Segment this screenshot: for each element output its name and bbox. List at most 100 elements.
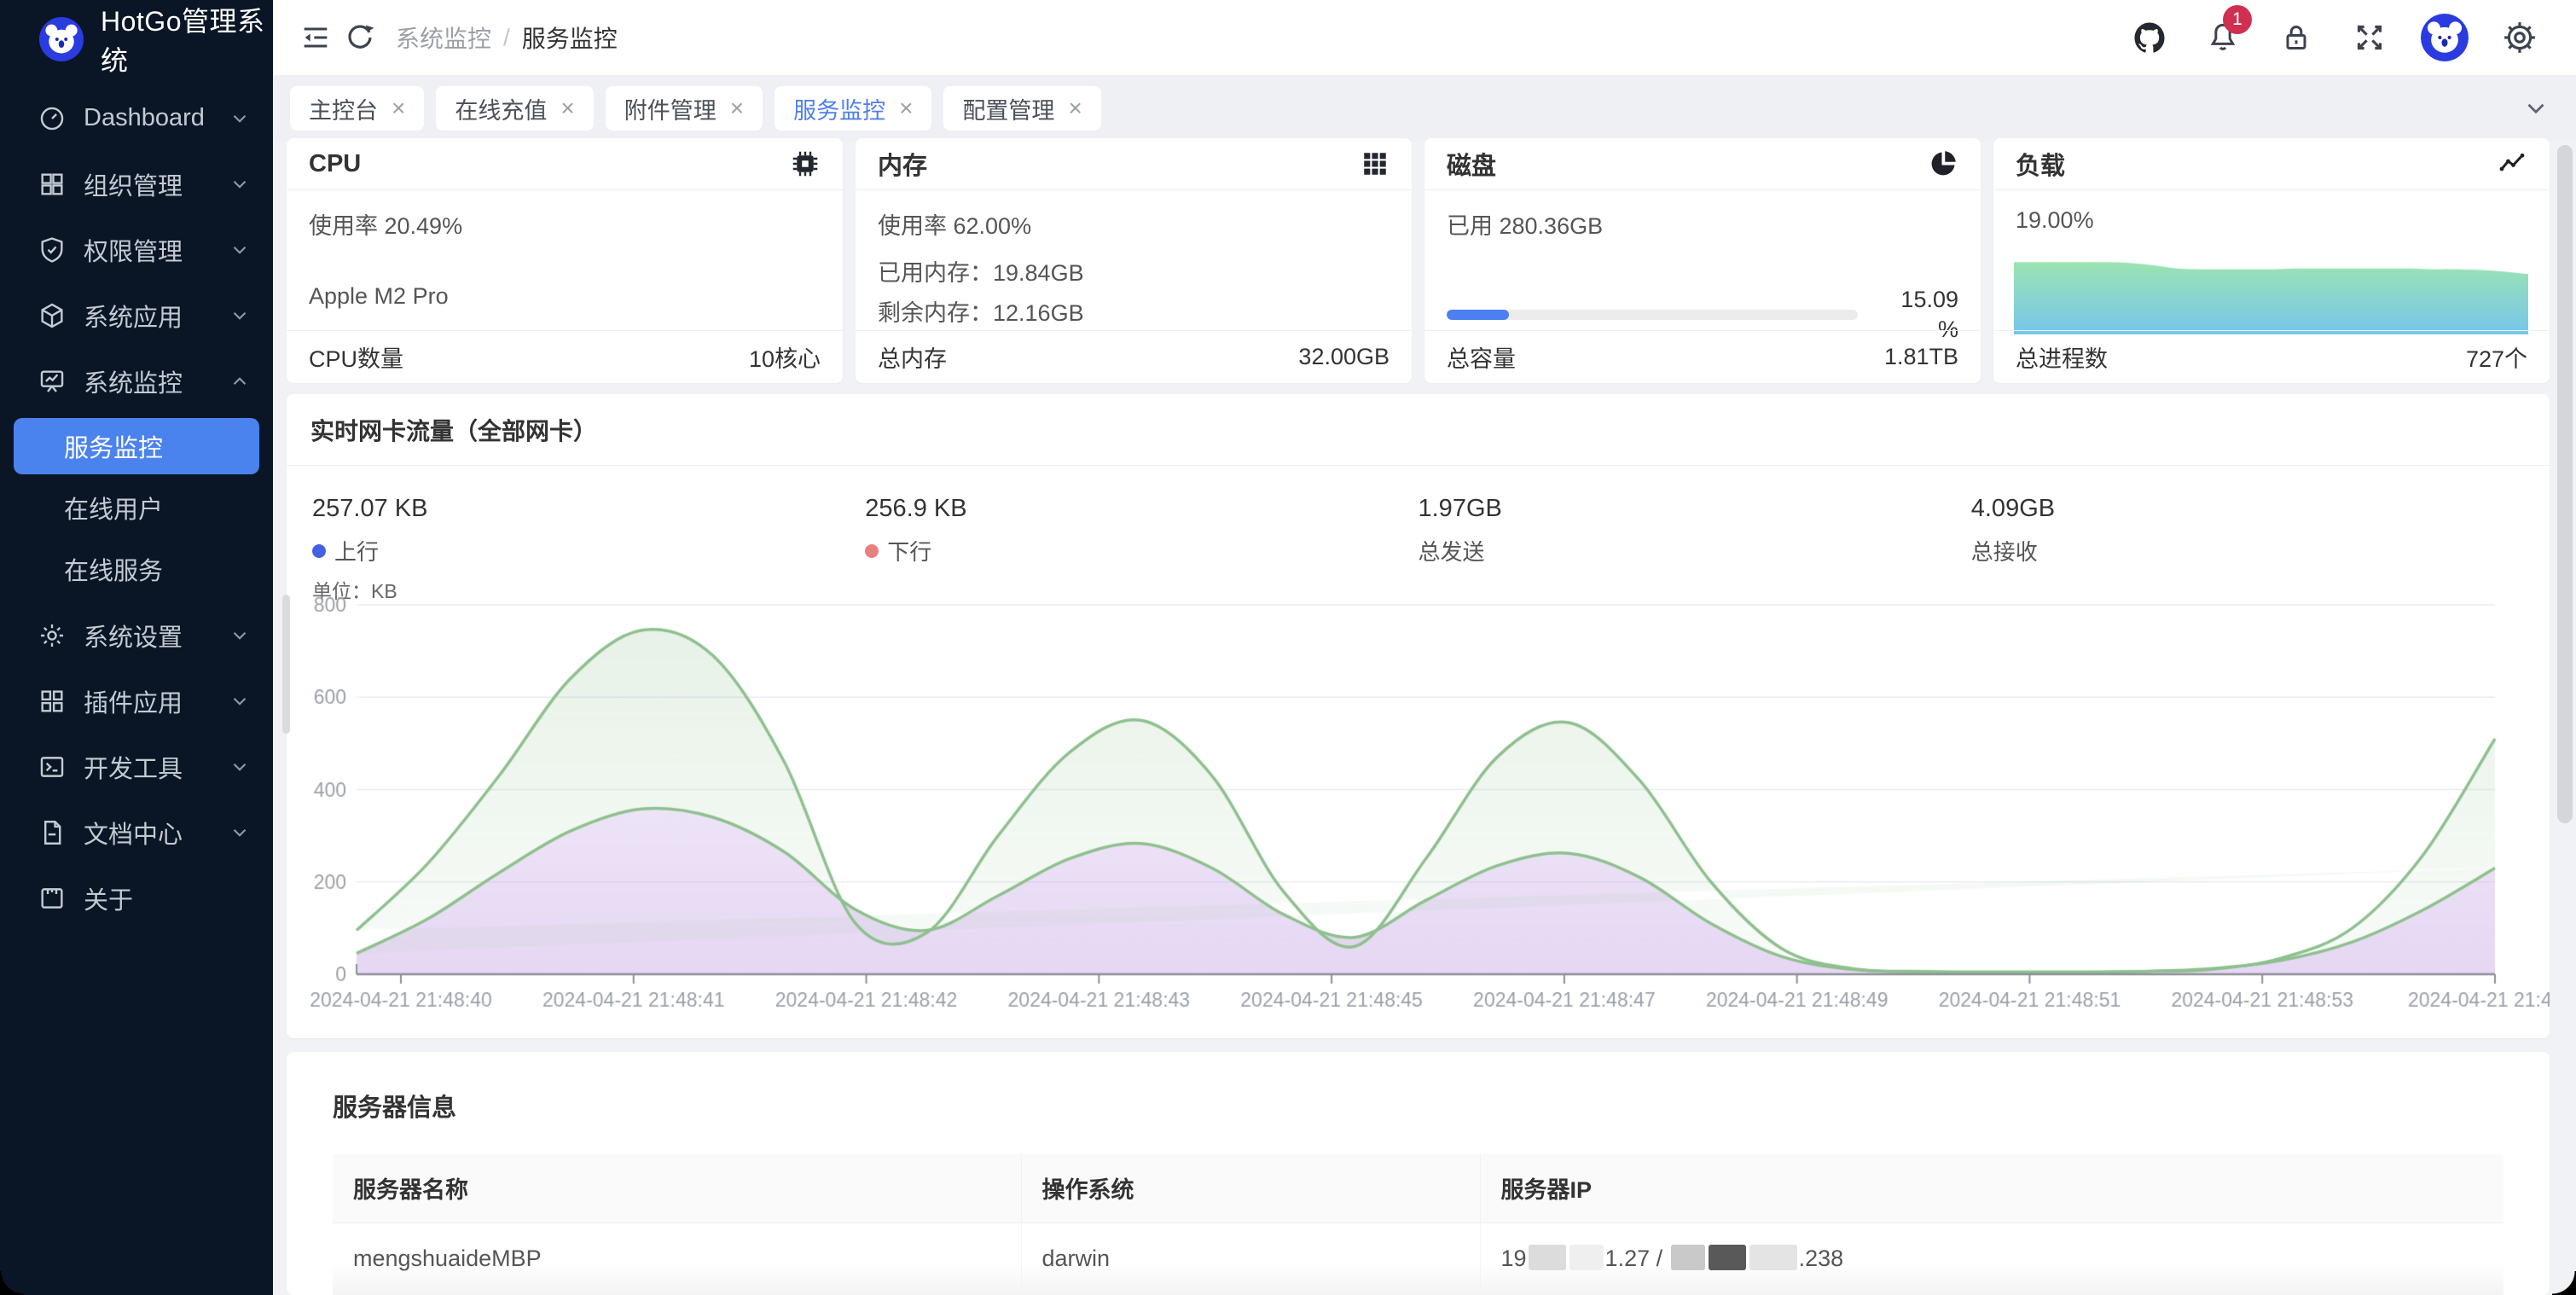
- close-icon[interactable]: ×: [392, 96, 405, 120]
- breadcrumb: 系统监控 / 服务监控: [396, 20, 618, 55]
- chevron-down-icon: [229, 173, 251, 195]
- cpu-card-title: CPU: [309, 150, 361, 178]
- sidebar-subitem-label: 在线服务: [64, 551, 163, 587]
- load-card-title: 负载: [2016, 146, 2065, 182]
- sidebar-subitem-online-users[interactable]: 在线用户: [14, 479, 259, 536]
- about-icon: [38, 884, 67, 913]
- tab-options-chevron[interactable]: [2521, 94, 2550, 123]
- sidebar-item-label: 插件应用: [84, 683, 183, 719]
- app-logo-row[interactable]: HotGo管理系统: [0, 0, 273, 78]
- disk-card: 磁盘 已用 280.36GB 15.09 % 总容量 1.81TB: [1424, 138, 1981, 383]
- stat-total-received: 4.09GB 总接收: [1971, 495, 2524, 566]
- memory-footer-label: 总内存: [878, 340, 947, 374]
- chevron-down-icon: [229, 756, 251, 778]
- notification-badge: 1: [2223, 5, 2252, 34]
- chevron-down-icon: [229, 690, 251, 712]
- server-info-table: 服务器名称 操作系统 服务器IP mengshuaideMBP darwin 1…: [333, 1154, 2503, 1295]
- cpu-card: CPU 使用率 20.49% Apple M2 Pro CPU数量 10核心: [287, 138, 843, 383]
- ip-redaction-block: [1709, 1245, 1746, 1270]
- tab-online-recharge[interactable]: 在线充值 ×: [436, 86, 593, 131]
- user-avatar[interactable]: [2421, 14, 2469, 61]
- app-logo-icon: [39, 17, 84, 61]
- disk-footer-label: 总容量: [1447, 340, 1516, 374]
- refresh-icon[interactable]: [338, 15, 382, 60]
- disk-progress-fill: [1447, 310, 1509, 320]
- sidebar-resize-handle[interactable]: [282, 595, 290, 734]
- tab-config[interactable]: 配置管理 ×: [943, 86, 1100, 131]
- gauge-icon: [38, 104, 67, 133]
- upstream-value: 257.07 KB: [312, 495, 865, 523]
- sidebar-item-label: 组织管理: [84, 166, 183, 202]
- monitor-chart-icon: [38, 367, 67, 396]
- sidebar-item-docs[interactable]: 文档中心: [0, 799, 273, 865]
- close-icon[interactable]: ×: [1068, 96, 1082, 120]
- close-icon[interactable]: ×: [730, 96, 744, 120]
- sidebar-subitem-service-monitor[interactable]: 服务监控: [14, 418, 259, 474]
- sidebar-item-system-monitor[interactable]: 系统监控: [0, 348, 273, 414]
- sidebar-item-about[interactable]: 关于: [0, 865, 273, 931]
- sidebar-item-system-settings[interactable]: 系统设置: [0, 602, 273, 668]
- sidebar-item-permission[interactable]: 权限管理: [0, 217, 273, 282]
- chevron-down-icon: [229, 822, 251, 844]
- memory-card-title: 内存: [878, 146, 927, 182]
- close-icon[interactable]: ×: [899, 96, 913, 120]
- terminal-icon: [38, 752, 67, 781]
- vertical-scrollbar-thumb[interactable]: [2557, 145, 2573, 823]
- network-chart-canvas: [299, 590, 2550, 1034]
- cpu-footer-label: CPU数量: [309, 340, 403, 374]
- grid-icon: [38, 170, 67, 199]
- cell-os: darwin: [1021, 1222, 1480, 1295]
- top-header: 系统监控 / 服务监控 1: [273, 0, 2576, 75]
- load-footer-value: 727个: [2466, 340, 2527, 374]
- window-corner: [0, 1271, 24, 1295]
- lock-icon[interactable]: [2274, 15, 2318, 60]
- tab-bar: 主控台 × 在线充值 × 附件管理 × 服务监控 × 配置管理 ×: [273, 75, 2576, 142]
- table-header-row: 服务器名称 操作系统 服务器IP: [333, 1154, 2503, 1222]
- sidebar-subitem-online-services[interactable]: 在线服务: [14, 541, 259, 597]
- network-stats-row: 257.07 KB 上行 256.9 KB 下行 1.97GB 总发送 4.09…: [287, 495, 2550, 566]
- total-received-label: 总接收: [1971, 535, 2038, 566]
- sidebar-item-organization[interactable]: 组织管理: [0, 151, 273, 217]
- cpu-usage: 使用率 20.49%: [309, 207, 821, 241]
- load-sparkline: [2014, 256, 2528, 334]
- memory-usage: 使用率 62.00%: [878, 207, 1390, 241]
- sidebar-nav: Dashboard 组织管理 权限管理 系统应用 系统监控 服务监控 在线用户: [0, 78, 273, 931]
- stat-total-sent: 1.97GB 总发送: [1419, 495, 1971, 566]
- sidebar-collapse-button[interactable]: [293, 15, 338, 60]
- tab-attachments[interactable]: 附件管理 ×: [606, 86, 763, 131]
- sidebar-subitem-label: 服务监控: [64, 428, 163, 464]
- ip-redaction-block: [1671, 1245, 1705, 1270]
- settings-gear-icon[interactable]: [2498, 15, 2542, 60]
- cell-server-ip: 191.27 / .238: [1480, 1222, 2503, 1295]
- upstream-dot: [312, 544, 326, 558]
- notifications-button[interactable]: 1: [2201, 15, 2245, 60]
- stat-upstream: 257.07 KB 上行: [312, 495, 865, 566]
- close-icon[interactable]: ×: [560, 96, 574, 120]
- fullscreen-icon[interactable]: [2347, 15, 2392, 60]
- tab-dashboard[interactable]: 主控台 ×: [290, 86, 424, 131]
- github-icon[interactable]: [2127, 15, 2172, 60]
- downstream-dot: [865, 544, 879, 558]
- breadcrumb-parent[interactable]: 系统监控: [396, 20, 491, 55]
- load-card: 负载 19.00% 总进程数 727个: [1993, 138, 2550, 383]
- chevron-down-icon: [229, 239, 251, 261]
- sidebar-item-label: 关于: [84, 880, 133, 916]
- total-sent-label: 总发送: [1419, 535, 1485, 566]
- header-actions: 1: [2127, 14, 2542, 61]
- load-value: 19.00%: [2016, 207, 2527, 234]
- sidebar-item-system-apps[interactable]: 系统应用: [0, 282, 273, 348]
- tab-service-monitor[interactable]: 服务监控 ×: [775, 86, 931, 131]
- sidebar-item-dashboard[interactable]: Dashboard: [0, 85, 273, 151]
- gear-icon: [38, 621, 67, 650]
- tab-label: 附件管理: [624, 92, 717, 125]
- sidebar-item-plugins[interactable]: 插件应用: [0, 668, 273, 734]
- app-title: HotGo管理系统: [101, 0, 273, 78]
- total-sent-value: 1.97GB: [1419, 495, 1971, 523]
- server-info-heading: 服务器信息: [333, 1088, 2503, 1124]
- sidebar-item-label: 系统设置: [84, 618, 183, 653]
- sidebar-item-dev-tools[interactable]: 开发工具: [0, 734, 273, 799]
- chevron-up-icon: [229, 370, 251, 392]
- main-area: 系统监控 / 服务监控 1: [273, 0, 2576, 1295]
- network-chart-title: 实时网卡流量（全部网卡）: [287, 394, 2550, 466]
- window-corner: [2552, 1271, 2576, 1295]
